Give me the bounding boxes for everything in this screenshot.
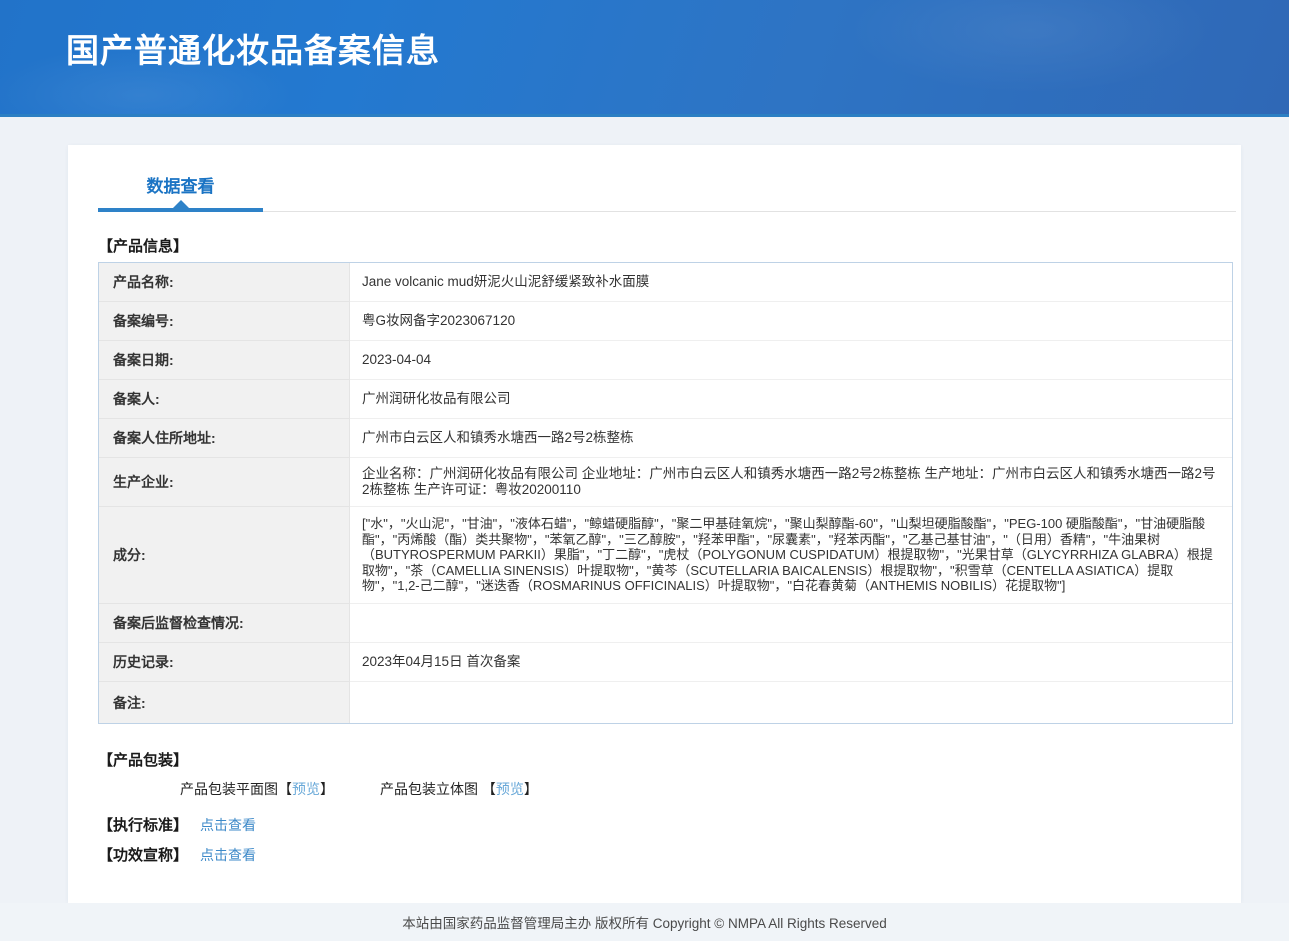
table-row-filing-date: 备案日期: 2023-04-04 <box>99 341 1232 380</box>
row-label: 生产企业: <box>99 458 350 507</box>
row-value: 粤G妆网备字2023067120 <box>350 302 1232 341</box>
row-value: 企业名称：广州润研化妆品有限公司 企业地址：广州市白云区人和镇秀水塘西一路2号2… <box>350 458 1232 507</box>
row-value: 广州润研化妆品有限公司 <box>350 380 1232 419</box>
packaging-flat-item: 产品包装平面图【预览】 <box>180 779 334 799</box>
table-row-ingredients: 成分: ["水"，"火山泥"，"甘油"，"液体石蜡"，"鲸蜡硬脂醇"，"聚二甲基… <box>99 507 1232 604</box>
page-footer: 本站由国家药品监督管理局主办 版权所有 Copyright © NMPA All… <box>0 903 1289 941</box>
table-row-filer: 备案人: 广州润研化妆品有限公司 <box>99 380 1232 419</box>
tab-active-caret-icon <box>173 200 189 208</box>
packaging-flat-preview-link[interactable]: 预览 <box>292 781 320 797</box>
content-card: 数据查看 【产品信息】 产品名称: Jane volcanic mud妍泥火山泥… <box>68 145 1241 903</box>
efficacy-claim-view-link[interactable]: 点击查看 <box>200 847 256 863</box>
packaging-3d-item: 产品包装立体图 【预览】 <box>380 779 538 799</box>
row-value: Jane volcanic mud妍泥火山泥舒缓紧致补水面膜 <box>350 263 1232 302</box>
row-label: 备注: <box>99 682 350 723</box>
tab-active-underline <box>98 208 263 212</box>
bracket-close: 】 <box>524 781 538 797</box>
row-label: 备案人住所地址: <box>99 419 350 458</box>
section-title-efficacy-claim: 【功效宣称】 <box>98 847 188 864</box>
product-info-table: 产品名称: Jane volcanic mud妍泥火山泥舒缓紧致补水面膜 备案编… <box>98 262 1233 724</box>
row-label: 备案人: <box>99 380 350 419</box>
efficacy-claim-row: 【功效宣称】点击查看 <box>98 844 256 865</box>
row-value <box>350 604 1232 643</box>
table-row-remarks: 备注: <box>99 682 1232 723</box>
section-title-product-info: 【产品信息】 <box>98 235 188 256</box>
row-label: 备案后监督检查情况: <box>99 604 350 643</box>
table-row-history: 历史记录: 2023年04月15日 首次备案 <box>99 643 1232 682</box>
tabbar-divider <box>98 211 1236 212</box>
row-label: 备案编号: <box>99 302 350 341</box>
row-value <box>350 682 1232 723</box>
row-label: 产品名称: <box>99 263 350 302</box>
table-row-filer-address: 备案人住所地址: 广州市白云区人和镇秀水塘西一路2号2栋整栋 <box>99 419 1232 458</box>
bracket-open: 【 <box>482 781 496 797</box>
table-row-product-name: 产品名称: Jane volcanic mud妍泥火山泥舒缓紧致补水面膜 <box>99 263 1232 302</box>
row-value: 广州市白云区人和镇秀水塘西一路2号2栋整栋 <box>350 419 1232 458</box>
page-title: 国产普通化妆品备案信息 <box>66 24 440 72</box>
packaging-3d-label: 产品包装立体图 <box>380 781 482 797</box>
table-row-manufacturer: 生产企业: 企业名称：广州润研化妆品有限公司 企业地址：广州市白云区人和镇秀水塘… <box>99 458 1232 507</box>
row-label: 备案日期: <box>99 341 350 380</box>
page-header: 国产普通化妆品备案信息 <box>0 0 1289 117</box>
packaging-3d-preview-link[interactable]: 预览 <box>496 781 524 797</box>
table-row-filing-number: 备案编号: 粤G妆网备字2023067120 <box>99 302 1232 341</box>
packaging-flat-label: 产品包装平面图 <box>180 781 278 797</box>
row-label: 成分: <box>99 507 350 604</box>
execution-standard-view-link[interactable]: 点击查看 <box>200 817 256 833</box>
bracket-close: 】 <box>320 781 334 797</box>
row-value: 2023-04-04 <box>350 341 1232 380</box>
row-label: 历史记录: <box>99 643 350 682</box>
execution-standard-row: 【执行标准】点击查看 <box>98 814 256 835</box>
row-value: 2023年04月15日 首次备案 <box>350 643 1232 682</box>
section-title-execution-standard: 【执行标准】 <box>98 817 188 834</box>
table-row-supervision: 备案后监督检查情况: <box>99 604 1232 643</box>
copyright-text: 本站由国家药品监督管理局主办 版权所有 Copyright © NMPA All… <box>402 912 887 932</box>
section-title-packaging: 【产品包装】 <box>98 749 188 770</box>
row-value: ["水"，"火山泥"，"甘油"，"液体石蜡"，"鲸蜡硬脂醇"，"聚二甲基硅氧烷"… <box>350 507 1232 604</box>
tab-data-view[interactable]: 数据查看 <box>98 172 263 197</box>
bracket-open: 【 <box>278 781 292 797</box>
